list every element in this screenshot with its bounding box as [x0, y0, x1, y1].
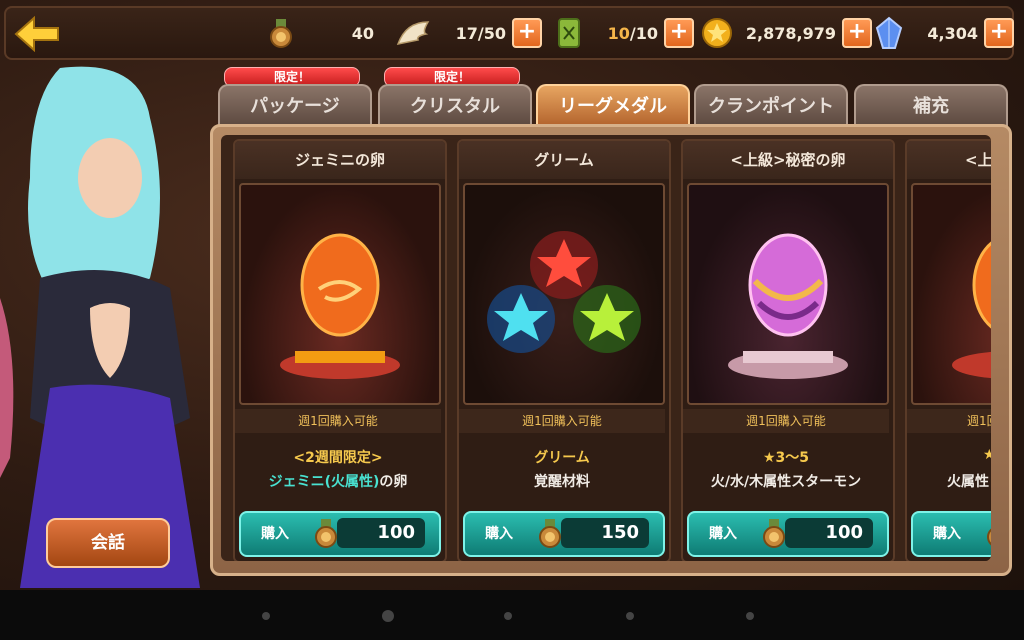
buy-label: 購入 [709, 526, 737, 542]
card-subtitle: ★ [907, 447, 991, 463]
tab-package[interactable]: パッケージ [218, 84, 372, 128]
back-button[interactable] [14, 15, 62, 53]
price: 100 [337, 518, 425, 548]
crystal-count: 4,304 [927, 23, 978, 43]
tab-clan-point[interactable]: クランポイント [694, 84, 848, 128]
add-crystal-button[interactable]: + [984, 18, 1014, 48]
buy-button[interactable]: 購入 [911, 511, 991, 557]
card-description: 火属性 [947, 474, 989, 490]
ticket-icon [552, 16, 586, 50]
medal-count: 40 [351, 23, 374, 43]
tab-league-medal[interactable]: リーグメダル [536, 84, 690, 128]
ticket-count: 10/10 [607, 23, 658, 43]
nav-dot [504, 612, 512, 620]
ticket-resource: 10/10 + [552, 17, 694, 49]
star-coin-icon [700, 16, 734, 50]
shop-card: ジェミニの卵 週1回購入可能 <2週間限定> ジェミニ(火属性)の卵 購入 10… [233, 139, 447, 561]
card-subtitle: <2週間限定> [293, 450, 383, 466]
weekly-limit-label: 週1回購入可能 [235, 409, 441, 433]
buy-label: 購入 [933, 526, 961, 542]
card-title: <上級 [907, 141, 991, 179]
add-gold-button[interactable]: + [842, 18, 872, 48]
card-description: ジェミニ(火属性)の卵 [268, 474, 408, 490]
tab-crystal[interactable]: クリスタル [378, 84, 532, 128]
add-stamina-button[interactable]: + [512, 18, 542, 48]
shop-panel: ジェミニの卵 週1回購入可能 <2週間限定> ジェミニ(火属性)の卵 購入 10… [210, 124, 1012, 576]
top-bar: 40 17/50 + 10/10 + 2,878,979 + 4,304 + [4, 6, 1014, 60]
price: 100 [785, 518, 873, 548]
buy-label: 購入 [261, 526, 289, 542]
nav-dot [746, 612, 754, 620]
egg-image [911, 183, 991, 405]
card-subtitle: ★3～5 [762, 450, 810, 466]
talk-button[interactable]: 会話 [46, 518, 170, 568]
weekly-limit-label: 週1回 [907, 409, 991, 433]
crystal-resource: 4,304 + [872, 16, 1014, 50]
gold-resource: 2,878,979 + [700, 17, 872, 49]
card-subtitle: グリーム [534, 450, 590, 466]
card-title: ジェミニの卵 [235, 141, 445, 179]
card-description: 火/水/木属性スターモン [710, 474, 862, 490]
shop-card: <上級>秘密の卵 週1回購入可能 ★3～5 火/水/木属性スターモン 購入 10… [681, 139, 895, 561]
system-nav-bar [0, 590, 1024, 640]
shop-list[interactable]: ジェミニの卵 週1回購入可能 <2週間限定> ジェミニ(火属性)の卵 購入 10… [221, 135, 991, 561]
add-ticket-button[interactable]: + [664, 18, 694, 48]
buy-button[interactable]: 購入 100 [687, 511, 889, 557]
nav-dot [626, 612, 634, 620]
stamina-resource: 17/50 + [396, 17, 542, 49]
stamina-count: 17/50 [455, 23, 506, 43]
weekly-limit-label: 週1回購入可能 [459, 409, 665, 433]
medal-resource: 40 [264, 17, 380, 49]
shop-card: グリーム 週1回購入可能 グリーム 覚醒材料 購入 150 [457, 139, 671, 561]
wing-icon [396, 16, 430, 50]
medal-icon [987, 528, 991, 546]
card-title: <上級>秘密の卵 [683, 141, 893, 179]
card-title: グリーム [459, 141, 669, 179]
arrow-left-icon [14, 15, 59, 53]
character-portrait [0, 58, 210, 588]
price: 150 [561, 518, 649, 548]
crystal-icon [872, 16, 906, 50]
nav-dot [262, 612, 270, 620]
buy-button[interactable]: 購入 100 [239, 511, 441, 557]
shop-card: <上級 週1回 ★ 火属性 購入 [905, 139, 991, 561]
gold-count: 2,878,979 [745, 23, 836, 43]
buy-label: 購入 [485, 526, 513, 542]
medal-icon [264, 16, 298, 50]
card-description: 覚醒材料 [534, 474, 590, 490]
gleam-image [463, 183, 665, 405]
gemini-egg-image [239, 183, 441, 405]
weekly-limit-label: 週1回購入可能 [683, 409, 889, 433]
tab-refill[interactable]: 補充 [854, 84, 1008, 128]
home-button[interactable] [382, 610, 394, 622]
buy-button[interactable]: 購入 150 [463, 511, 665, 557]
secret-egg-image [687, 183, 889, 405]
